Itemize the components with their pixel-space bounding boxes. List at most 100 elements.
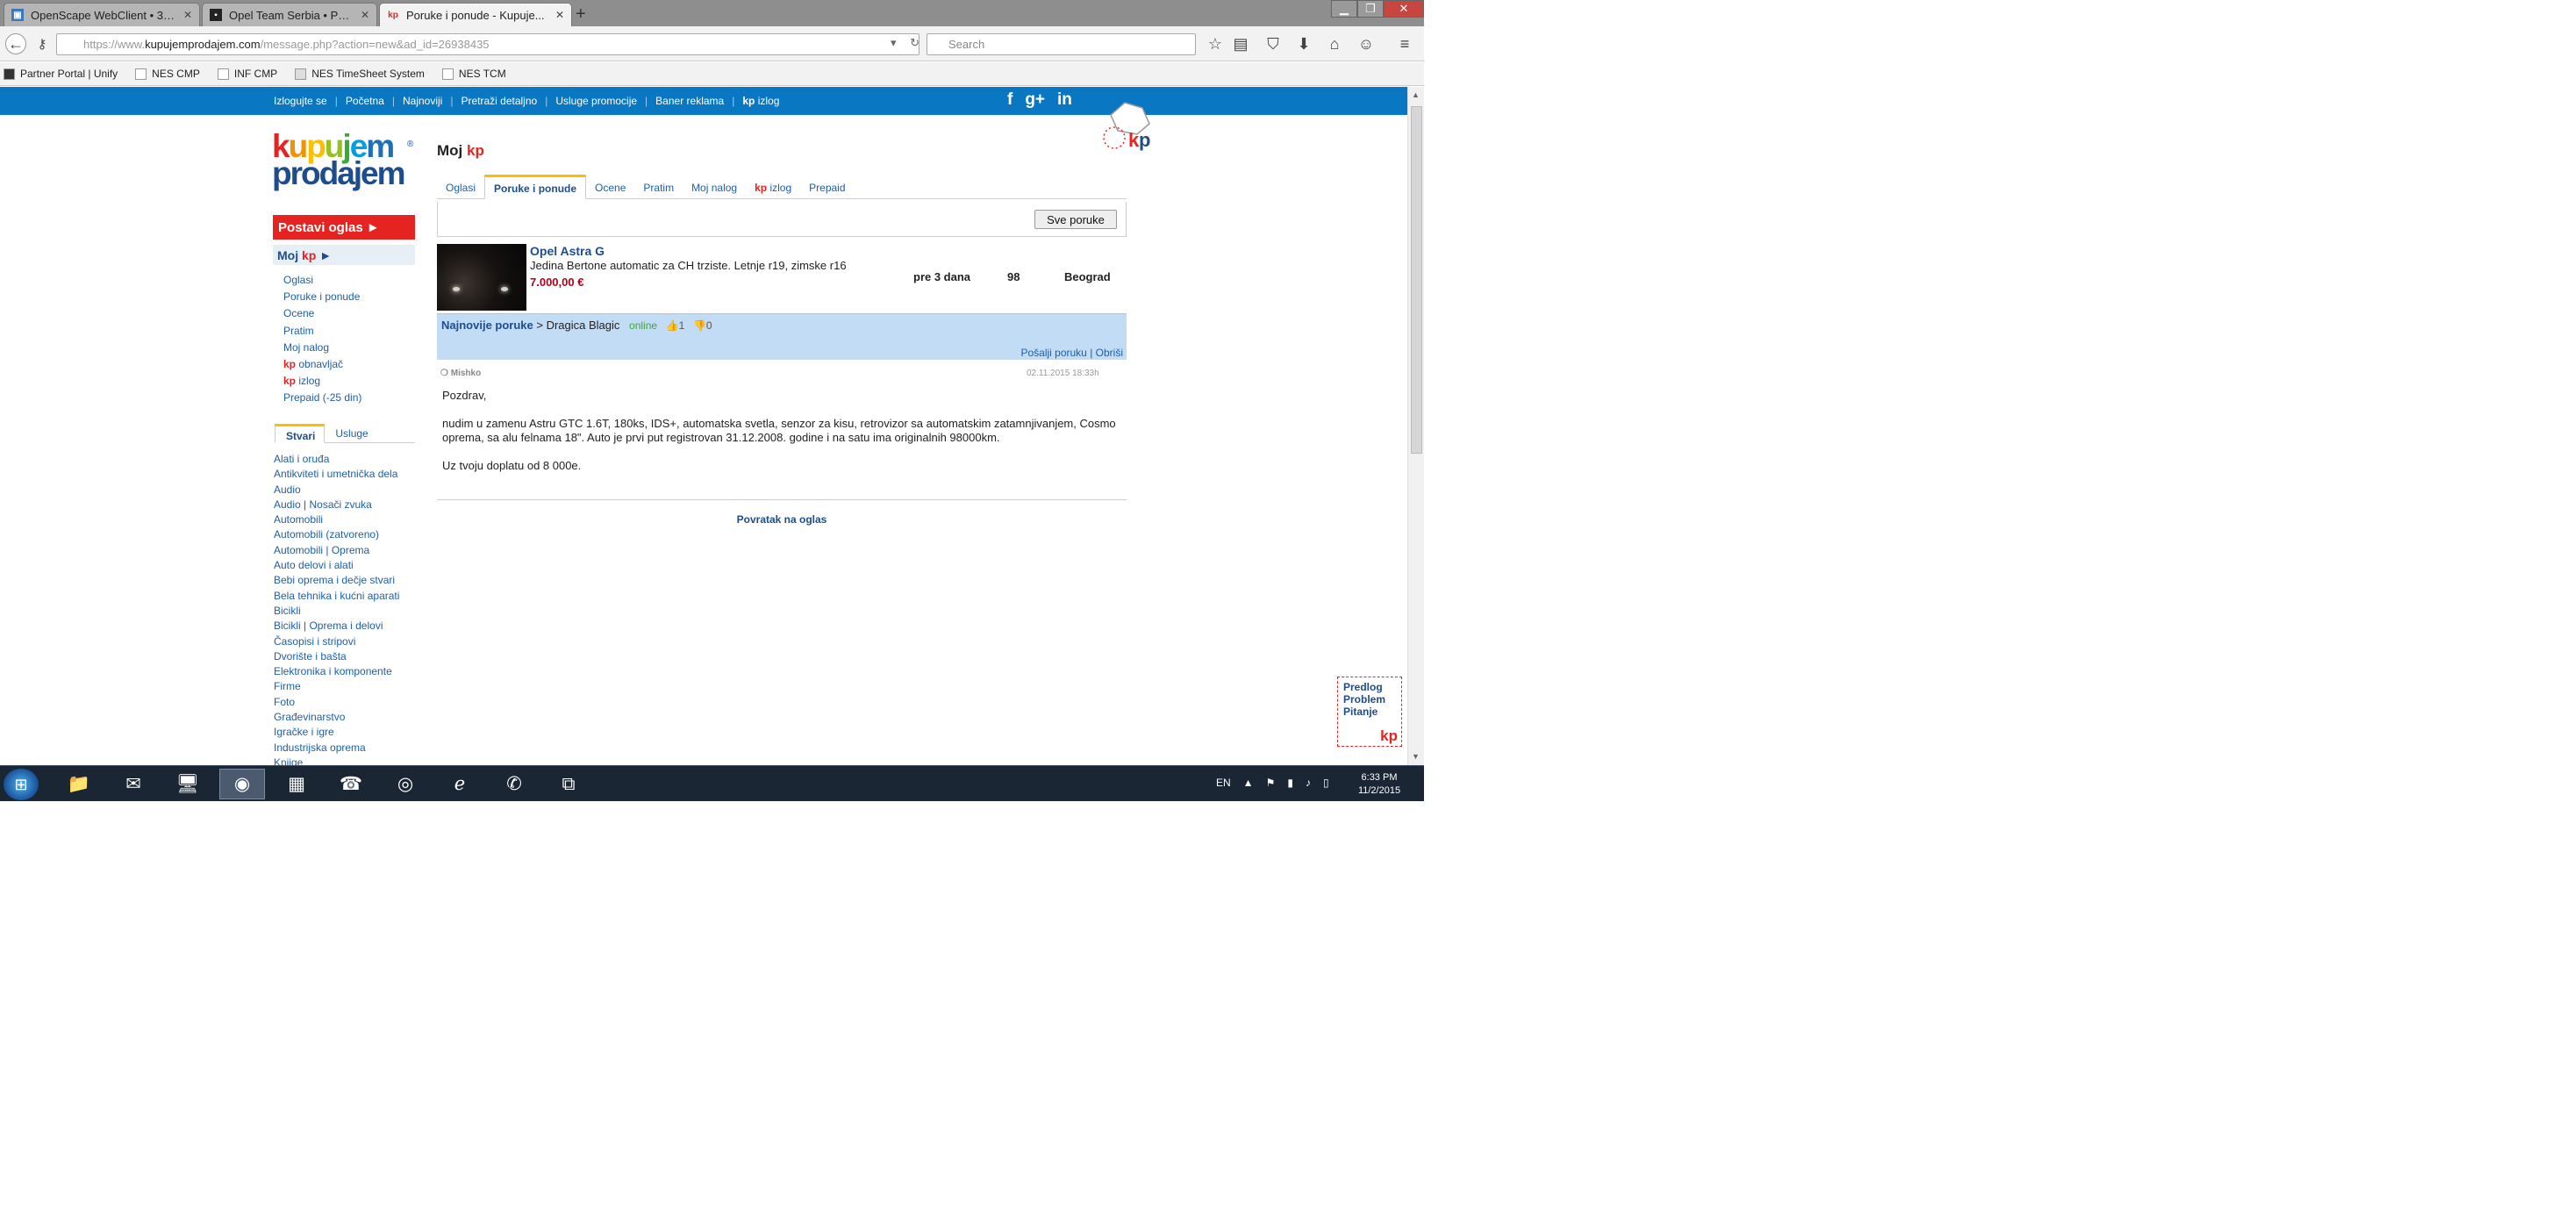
- category-item[interactable]: Elektronika i komponente: [274, 664, 399, 679]
- chrome-icon[interactable]: ◎: [383, 769, 428, 799]
- tab-messages[interactable]: Poruke i ponude: [484, 175, 587, 199]
- firefox-icon[interactable]: ◉: [219, 769, 265, 799]
- close-window-icon[interactable]: ✕: [1384, 0, 1424, 18]
- tab-ads[interactable]: Oglasi: [437, 175, 484, 198]
- category-item[interactable]: Bela tehnika i kućni aparati: [274, 589, 399, 604]
- volume-icon[interactable]: ♪: [1306, 777, 1311, 789]
- url-bar[interactable]: https://www. kupujemprodajem.com/message.…: [56, 33, 919, 55]
- facebook-icon[interactable]: f: [1007, 90, 1013, 110]
- feedback-widget[interactable]: Predlog Problem Pitanje kp: [1337, 677, 1402, 747]
- language-indicator[interactable]: EN: [1216, 777, 1231, 789]
- scroll-up-icon[interactable]: ▲: [1412, 90, 1420, 99]
- menu-following[interactable]: Pratim: [283, 323, 361, 340]
- reload-icon[interactable]: ▾ ↻: [891, 36, 925, 50]
- tab-services[interactable]: Usluge: [325, 424, 376, 443]
- category-item[interactable]: Bicikli: [274, 604, 399, 619]
- ad-thumbnail[interactable]: [437, 244, 526, 311]
- bookmark-star-icon[interactable]: ☆: [1205, 35, 1226, 54]
- category-item[interactable]: Alati i oruđa: [274, 452, 399, 467]
- close-tab-icon[interactable]: ✕: [183, 9, 192, 21]
- scroll-down-icon[interactable]: ▼: [1412, 752, 1420, 761]
- tab-kp-showcase[interactable]: kp izlog: [746, 175, 800, 198]
- battery-icon[interactable]: ▯: [1323, 777, 1329, 789]
- nav-kp-izlog[interactable]: kp izlog: [742, 95, 787, 107]
- tab-account[interactable]: Moj nalog: [683, 175, 746, 198]
- contact-name[interactable]: Dragica Blagic: [547, 319, 620, 332]
- category-item[interactable]: Knjige: [274, 756, 399, 765]
- page-scrollbar[interactable]: ▲ ▼: [1407, 87, 1424, 765]
- bookmark-partner-portal[interactable]: Partner Portal | Unify: [4, 68, 118, 80]
- remote-desktop-icon[interactable]: 🖥: [165, 769, 211, 799]
- nav-promotion[interactable]: Usluge promocije: [555, 95, 637, 107]
- category-item[interactable]: Foto: [274, 695, 399, 710]
- category-item[interactable]: Časopisi i stripovi: [274, 634, 399, 649]
- category-item[interactable]: Firme: [274, 679, 399, 694]
- site-logo[interactable]: kupujem prodajem: [272, 130, 419, 194]
- new-tab-button[interactable]: +: [576, 4, 586, 25]
- bookmark-nes-timesheet[interactable]: NES TimeSheet System: [295, 68, 425, 80]
- category-item[interactable]: Bebi oprema i dečje stvari: [274, 573, 399, 588]
- close-tab-icon[interactable]: ✕: [361, 9, 369, 21]
- back-arrow-icon[interactable]: ←: [5, 33, 26, 54]
- category-item[interactable]: Automobili | Oprema: [274, 543, 399, 558]
- start-button[interactable]: ⊞: [4, 769, 39, 800]
- chat-icon[interactable]: ☺: [1356, 35, 1377, 54]
- nav-newest[interactable]: Najnoviji: [403, 95, 442, 107]
- network-icon[interactable]: ⧉: [546, 769, 591, 799]
- tray-expand-icon[interactable]: ▲: [1243, 777, 1254, 789]
- menu-kp-showcase[interactable]: kp izlog: [283, 373, 361, 390]
- tab-ratings[interactable]: Ocene: [586, 175, 634, 198]
- category-item[interactable]: Audio | Nosači zvuka: [274, 498, 399, 512]
- browser-tab-openscape[interactable]: ▣ OpenScape WebClient • 38... ✕: [4, 3, 200, 26]
- bookmark-inf-cmp[interactable]: INF CMP: [217, 68, 277, 80]
- send-message-link[interactable]: Pošalji poruku: [1020, 347, 1086, 359]
- category-item[interactable]: Građevinarstvo: [274, 710, 399, 725]
- app-icon[interactable]: ▦: [274, 769, 319, 799]
- category-item[interactable]: Igračke i igre: [274, 725, 399, 740]
- category-item[interactable]: Dvorište i bašta: [274, 649, 399, 664]
- nav-home[interactable]: Početna: [346, 95, 384, 107]
- windows-explorer-icon[interactable]: 📁: [56, 769, 102, 799]
- tab-following[interactable]: Pratim: [634, 175, 683, 198]
- viber-icon[interactable]: ✆: [491, 769, 537, 799]
- menu-messages[interactable]: Poruke i ponude: [283, 289, 361, 305]
- menu-hamburger-icon[interactable]: ≡: [1394, 35, 1415, 54]
- tab-things[interactable]: Stvari: [275, 424, 326, 443]
- ad-title-link[interactable]: Opel Astra G: [530, 244, 605, 258]
- category-item[interactable]: Industrijska oprema: [274, 741, 399, 756]
- clock[interactable]: 6:33 PM 11/2/2015: [1348, 771, 1411, 798]
- my-kp-header[interactable]: Moj kp ►: [273, 245, 415, 265]
- pocket-icon[interactable]: ⛉: [1263, 35, 1284, 54]
- nav-banner[interactable]: Baner reklama: [655, 95, 724, 107]
- category-item[interactable]: Automobili: [274, 512, 399, 527]
- browser-tab-kupujemprodajem[interactable]: kp Poruke i ponude - Kupuje... ✕: [379, 3, 572, 26]
- network-signal-icon[interactable]: ▮: [1287, 777, 1293, 789]
- download-icon[interactable]: ⬇: [1293, 35, 1314, 54]
- category-item[interactable]: Antikviteti i umetnička dela: [274, 467, 399, 482]
- bookmark-nes-tcm[interactable]: NES TCM: [441, 68, 506, 80]
- menu-kp-renewer[interactable]: kp obnavljač: [283, 356, 361, 373]
- maximize-icon[interactable]: ❐: [1357, 0, 1384, 18]
- reading-list-icon[interactable]: ▤: [1230, 35, 1251, 54]
- category-item[interactable]: Automobili (zatvoreno): [274, 527, 399, 542]
- close-tab-icon[interactable]: ✕: [555, 9, 564, 21]
- menu-ads[interactable]: Oglasi: [283, 272, 361, 289]
- search-input[interactable]: Search: [927, 33, 1196, 55]
- linkedin-icon[interactable]: in: [1057, 90, 1072, 110]
- google-plus-icon[interactable]: g+: [1025, 90, 1045, 110]
- delete-link[interactable]: Obriši: [1096, 347, 1123, 359]
- browser-tab-opel-team[interactable]: ▪ Opel Team Serbia • Pogled... ✕: [202, 3, 377, 26]
- bookmark-nes-cmp[interactable]: NES CMP: [135, 68, 200, 80]
- menu-ratings[interactable]: Ocene: [283, 305, 361, 322]
- category-item[interactable]: Audio: [274, 483, 399, 498]
- all-messages-button[interactable]: Sve poruke: [1034, 210, 1117, 229]
- nav-advanced-search[interactable]: Pretraži detaljno: [461, 95, 537, 107]
- outlook-icon[interactable]: ✉: [111, 769, 156, 799]
- internet-explorer-icon[interactable]: ℯ: [437, 769, 483, 799]
- minimize-icon[interactable]: ▁: [1331, 0, 1357, 18]
- post-ad-button[interactable]: Postavi oglas ►: [273, 215, 415, 240]
- scrollbar-thumb[interactable]: [1411, 106, 1422, 454]
- menu-prepaid[interactable]: Prepaid (-25 din): [283, 390, 361, 406]
- category-item[interactable]: Auto delovi i alati: [274, 558, 399, 573]
- back-to-ad-link[interactable]: Povratak na oglas: [437, 513, 1127, 526]
